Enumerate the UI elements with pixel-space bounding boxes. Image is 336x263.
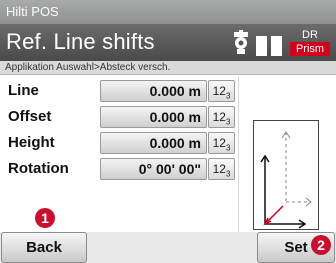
app-window: Hilti POS Ref. Line shifts DR Prism Appl…	[0, 0, 336, 263]
back-button[interactable]: Back	[1, 232, 87, 263]
field-value-line[interactable]: 0.000 m	[100, 80, 207, 102]
field-label-line: Line	[8, 82, 39, 99]
window-title: Hilti POS	[6, 4, 59, 19]
mode-prism-badge: Prism	[290, 42, 330, 56]
field-row-rotation: Rotation 0° 00' 00" 123	[0, 157, 238, 181]
window-titlebar: Hilti POS	[0, 0, 336, 24]
callout-marker-1: 1	[35, 208, 55, 228]
field-value-rotation[interactable]: 0° 00' 00"	[100, 158, 207, 180]
field-label-rotation: Rotation	[8, 160, 69, 177]
field-row-line: Line 0.000 m 123	[0, 79, 238, 103]
keypad-button-offset[interactable]: 123	[208, 106, 235, 128]
shift-diagram	[253, 120, 319, 230]
field-label-height: Height	[8, 134, 55, 151]
prism-target-icon	[234, 30, 248, 54]
page-title: Ref. Line shifts	[6, 29, 155, 54]
keypad-button-height[interactable]: 123	[208, 132, 235, 154]
field-value-offset[interactable]: 0.000 m	[100, 106, 207, 128]
screen-header: Ref. Line shifts DR Prism	[0, 24, 336, 61]
field-value-height[interactable]: 0.000 m	[100, 132, 207, 154]
field-row-height: Height 0.000 m 123	[0, 131, 238, 155]
measurement-mode-indicator[interactable]: DR Prism	[290, 29, 330, 57]
breadcrumb: Applikation Auswahl>Absteck versch.	[0, 61, 336, 75]
keypad-button-rotation[interactable]: 123	[208, 158, 235, 180]
field-row-offset: Offset 0.000 m 123	[0, 105, 238, 129]
keypad-button-line[interactable]: 123	[208, 80, 235, 102]
mode-dr-label: DR	[302, 29, 318, 41]
field-label-offset: Offset	[8, 108, 52, 125]
battery-icon	[256, 34, 284, 56]
callout-marker-2: 2	[311, 235, 331, 255]
